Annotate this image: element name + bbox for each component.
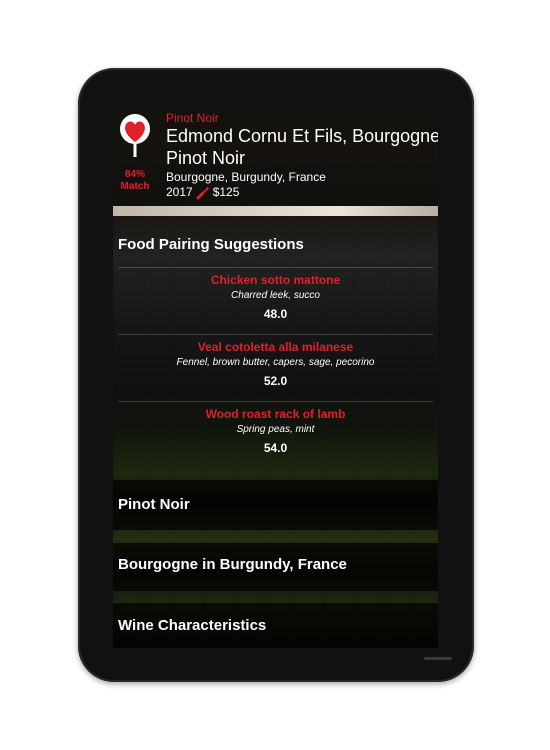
pairing-score: 48.0 (263, 307, 288, 321)
pairing-item[interactable]: Veal cotoletta alla milanese Fennel, bro… (118, 339, 433, 390)
wine-vintage: 2017 (166, 185, 193, 199)
section-varietal-title: Pinot Noir (118, 496, 190, 513)
section-region[interactable]: Bourgogne in Burgundy, France (113, 543, 438, 591)
pairing-description: Charred leek, succo (231, 290, 320, 301)
pairing-description: Spring peas, mint (236, 424, 315, 435)
wine-header: 84% Match Pinot Noir Edmond Cornu Et Fil… (113, 103, 438, 206)
section-characteristics-title: Wine Characteristics (118, 617, 267, 634)
pairing-item[interactable]: Chicken sotto mattone Charred leek, succ… (118, 272, 433, 323)
divider (118, 334, 433, 335)
divider (118, 267, 433, 268)
section-varietal[interactable]: Pinot Noir (113, 480, 438, 530)
pairing-description: Fennel, brown butter, capers, sage, peco… (176, 357, 375, 368)
header-divider-strip (113, 206, 438, 216)
pairing-score: 52.0 (263, 374, 288, 388)
pairing-name: Veal cotoletta alla milanese (197, 340, 354, 354)
food-pairing-title: Food Pairing Suggestions (118, 236, 304, 253)
wine-bottle-icon (196, 186, 209, 199)
pairing-name: Chicken sotto mattone (210, 273, 341, 287)
wine-price: $125 (212, 185, 240, 199)
section-region-title: Bourgogne in Burgundy, France (118, 556, 347, 573)
pairing-item[interactable]: Wood roast rack of lamb Spring peas, min… (118, 406, 433, 457)
pairing-name: Wood roast rack of lamb (205, 407, 346, 421)
pairing-score: 54.0 (263, 441, 288, 455)
wine-glass-heart-icon (120, 114, 150, 157)
match-label: Match (120, 181, 150, 192)
divider (118, 401, 433, 402)
wine-region: Bourgogne, Burgundy, France (166, 170, 326, 184)
app-screen: 84% Match Pinot Noir Edmond Cornu Et Fil… (113, 103, 438, 648)
vintage-price-row: 2017 $125 (166, 185, 239, 200)
section-characteristics[interactable]: Wine Characteristics (113, 603, 438, 648)
wine-varietal: Pinot Noir (166, 111, 219, 125)
device-speaker (424, 657, 452, 660)
wine-title: Edmond Cornu Et Fils, Bourgogne Pinot No… (166, 126, 438, 168)
tablet-device: 84% Match Pinot Noir Edmond Cornu Et Fil… (78, 68, 474, 682)
match-percent: 84% (124, 169, 145, 180)
